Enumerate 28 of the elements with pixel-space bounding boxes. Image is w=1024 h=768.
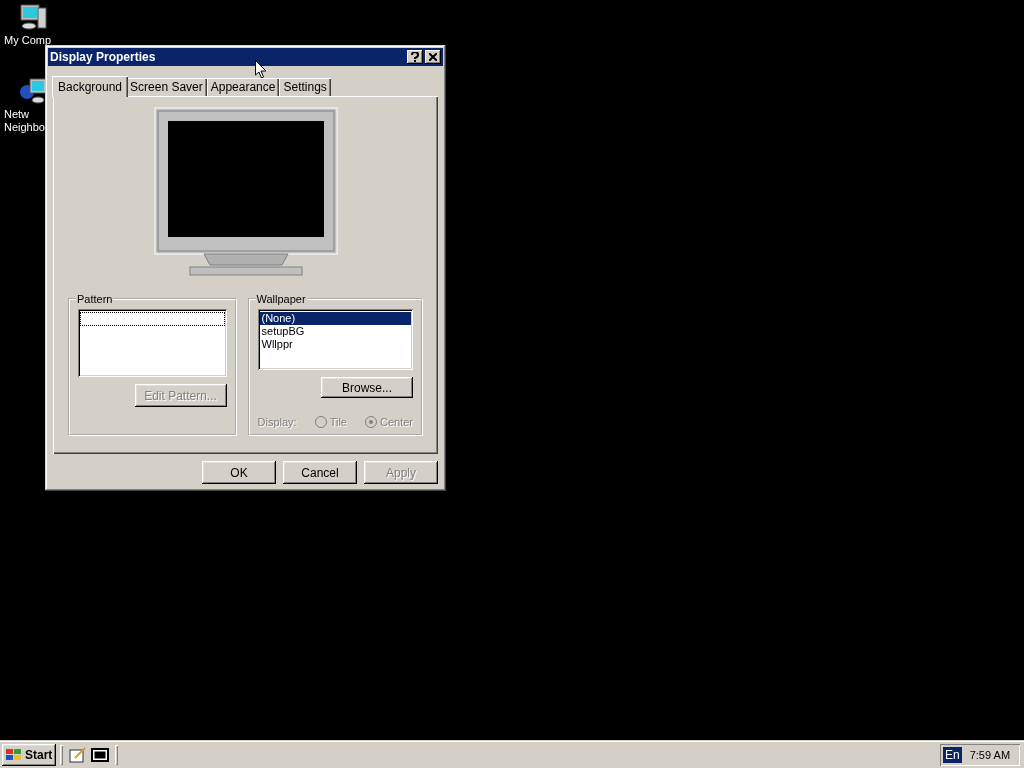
close-icon (429, 53, 437, 61)
tab[interactable]: Background (52, 76, 129, 97)
tab[interactable]: Settings (279, 78, 331, 96)
close-button[interactable] (425, 50, 441, 64)
display-label: Display: (257, 416, 297, 428)
desktop-icon-label: My Comp (4, 34, 52, 47)
archive-app-icon[interactable] (89, 745, 112, 765)
list-item[interactable]: (None) (259, 312, 411, 325)
clock: 7:59 AM (969, 749, 1011, 761)
desktop-icon-label: Netw (4, 108, 30, 121)
help-button[interactable] (407, 50, 423, 64)
dialog-button[interactable]: Cancel (283, 461, 357, 484)
question-mark-icon (411, 52, 419, 62)
list-item[interactable]: setupBG (259, 325, 411, 338)
dialog-button[interactable]: OK (202, 461, 276, 484)
group-label: Wallpaper (255, 293, 307, 305)
browse-button[interactable]: Browse... (321, 377, 413, 398)
list-item[interactable]: Wllppr (259, 338, 411, 351)
tab[interactable]: Appearance (206, 78, 280, 96)
tab[interactable]: Screen Saver (126, 78, 207, 96)
flag-icon (5, 748, 23, 762)
group-label: Pattern (76, 293, 114, 305)
desktop-icon-label: Neighbo (4, 121, 45, 134)
start-button[interactable]: Start (2, 744, 57, 766)
language-indicator[interactable]: En (943, 747, 962, 763)
window-title: Display Properties (50, 50, 156, 64)
mouse-pointer-icon (255, 60, 267, 79)
pattern-list[interactable] (78, 309, 227, 377)
